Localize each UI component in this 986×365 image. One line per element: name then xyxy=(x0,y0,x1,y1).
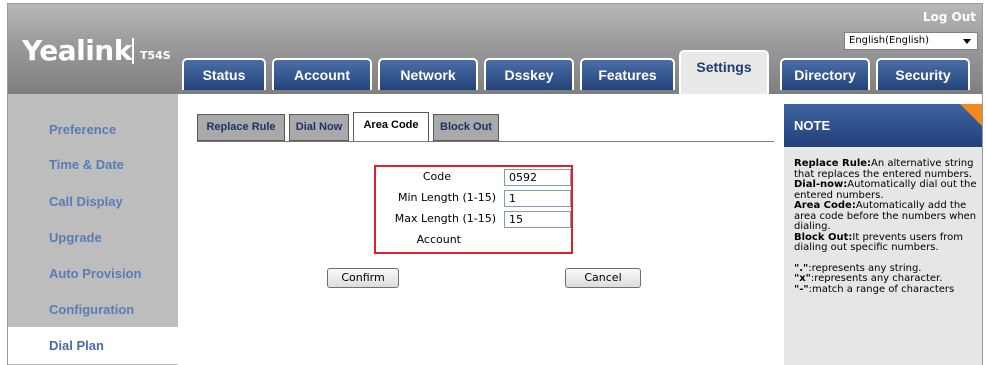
sidebar-item-upgrade[interactable]: Upgrade xyxy=(8,219,178,256)
sidebar-item-configuration[interactable]: Configuration xyxy=(8,291,178,328)
language-value: English(English) xyxy=(849,35,930,46)
note-area-code: Area Code:Automatically add the area cod… xyxy=(794,200,977,232)
logo-separator xyxy=(132,38,134,64)
model-label: T54S xyxy=(140,49,171,62)
language-select[interactable]: English(English) xyxy=(844,32,978,50)
logout-link[interactable]: Log Out xyxy=(923,10,976,24)
note-range-rule: "-":match a range of characters xyxy=(794,283,955,295)
yealink-logo: Yealink xyxy=(22,34,132,67)
min-length-input[interactable]: 1 xyxy=(504,190,571,207)
account-label: Account xyxy=(416,233,461,246)
subtab-block-out[interactable]: Block Out xyxy=(433,114,499,141)
tab-directory[interactable]: Directory xyxy=(780,58,870,90)
subtab-area-code[interactable]: Area Code xyxy=(353,112,429,142)
subtab-dial-now[interactable]: Dial Now xyxy=(289,114,349,141)
note-block-out: Block Out:It prevents users from dialing… xyxy=(794,231,964,253)
note-corner-flag xyxy=(960,104,982,126)
note-panel: NOTE Replace Rule:An alternative string … xyxy=(784,104,982,365)
sidebar-item-preference[interactable]: Preference xyxy=(8,111,178,148)
subtab-underline xyxy=(197,141,774,142)
sidebar-item-auto-provision[interactable]: Auto Provision xyxy=(8,255,178,292)
max-length-label: Max Length (1-15) xyxy=(394,212,496,225)
subtab-replace-rule[interactable]: Replace Rule xyxy=(197,114,285,141)
web-ui-frame: Yealink T54S Log Out English(English) St… xyxy=(7,3,983,365)
tab-features[interactable]: Features xyxy=(580,58,675,90)
sidebar-item-dial-plan[interactable]: Dial Plan xyxy=(8,327,178,364)
max-length-input[interactable]: 15 xyxy=(504,211,571,228)
code-input[interactable]: 0592 xyxy=(504,169,571,186)
account-select[interactable] xyxy=(504,232,571,249)
min-length-label: Min Length (1-15) xyxy=(397,191,496,204)
tab-status[interactable]: Status xyxy=(182,58,266,90)
sidebar: Preference Time & Date Call Display Upgr… xyxy=(8,94,178,365)
sidebar-item-time-date[interactable]: Time & Date xyxy=(8,146,178,183)
confirm-button[interactable]: Confirm xyxy=(327,268,399,288)
note-dial-now: Dial-now:Automatically dial out the ente… xyxy=(794,179,977,201)
tab-security[interactable]: Security xyxy=(876,58,970,90)
tab-network[interactable]: Network xyxy=(378,58,478,90)
code-label: Code xyxy=(422,170,451,183)
tab-settings[interactable]: Settings xyxy=(679,50,769,94)
note-body: Replace Rule:An alternative string that … xyxy=(794,158,978,295)
header-bar: Yealink T54S Log Out English(English) St… xyxy=(8,4,982,94)
cancel-button[interactable]: Cancel xyxy=(565,268,641,288)
chevron-down-icon xyxy=(963,39,971,44)
sidebar-item-call-display[interactable]: Call Display xyxy=(8,183,178,220)
tab-account[interactable]: Account xyxy=(272,58,372,90)
note-title: NOTE xyxy=(784,104,982,147)
main-content: Replace Rule Dial Now Area Code Block Ou… xyxy=(178,94,784,365)
tab-dsskey[interactable]: Dsskey xyxy=(484,58,574,90)
note-replace-rule: Replace Rule:An alternative string that … xyxy=(794,158,974,180)
